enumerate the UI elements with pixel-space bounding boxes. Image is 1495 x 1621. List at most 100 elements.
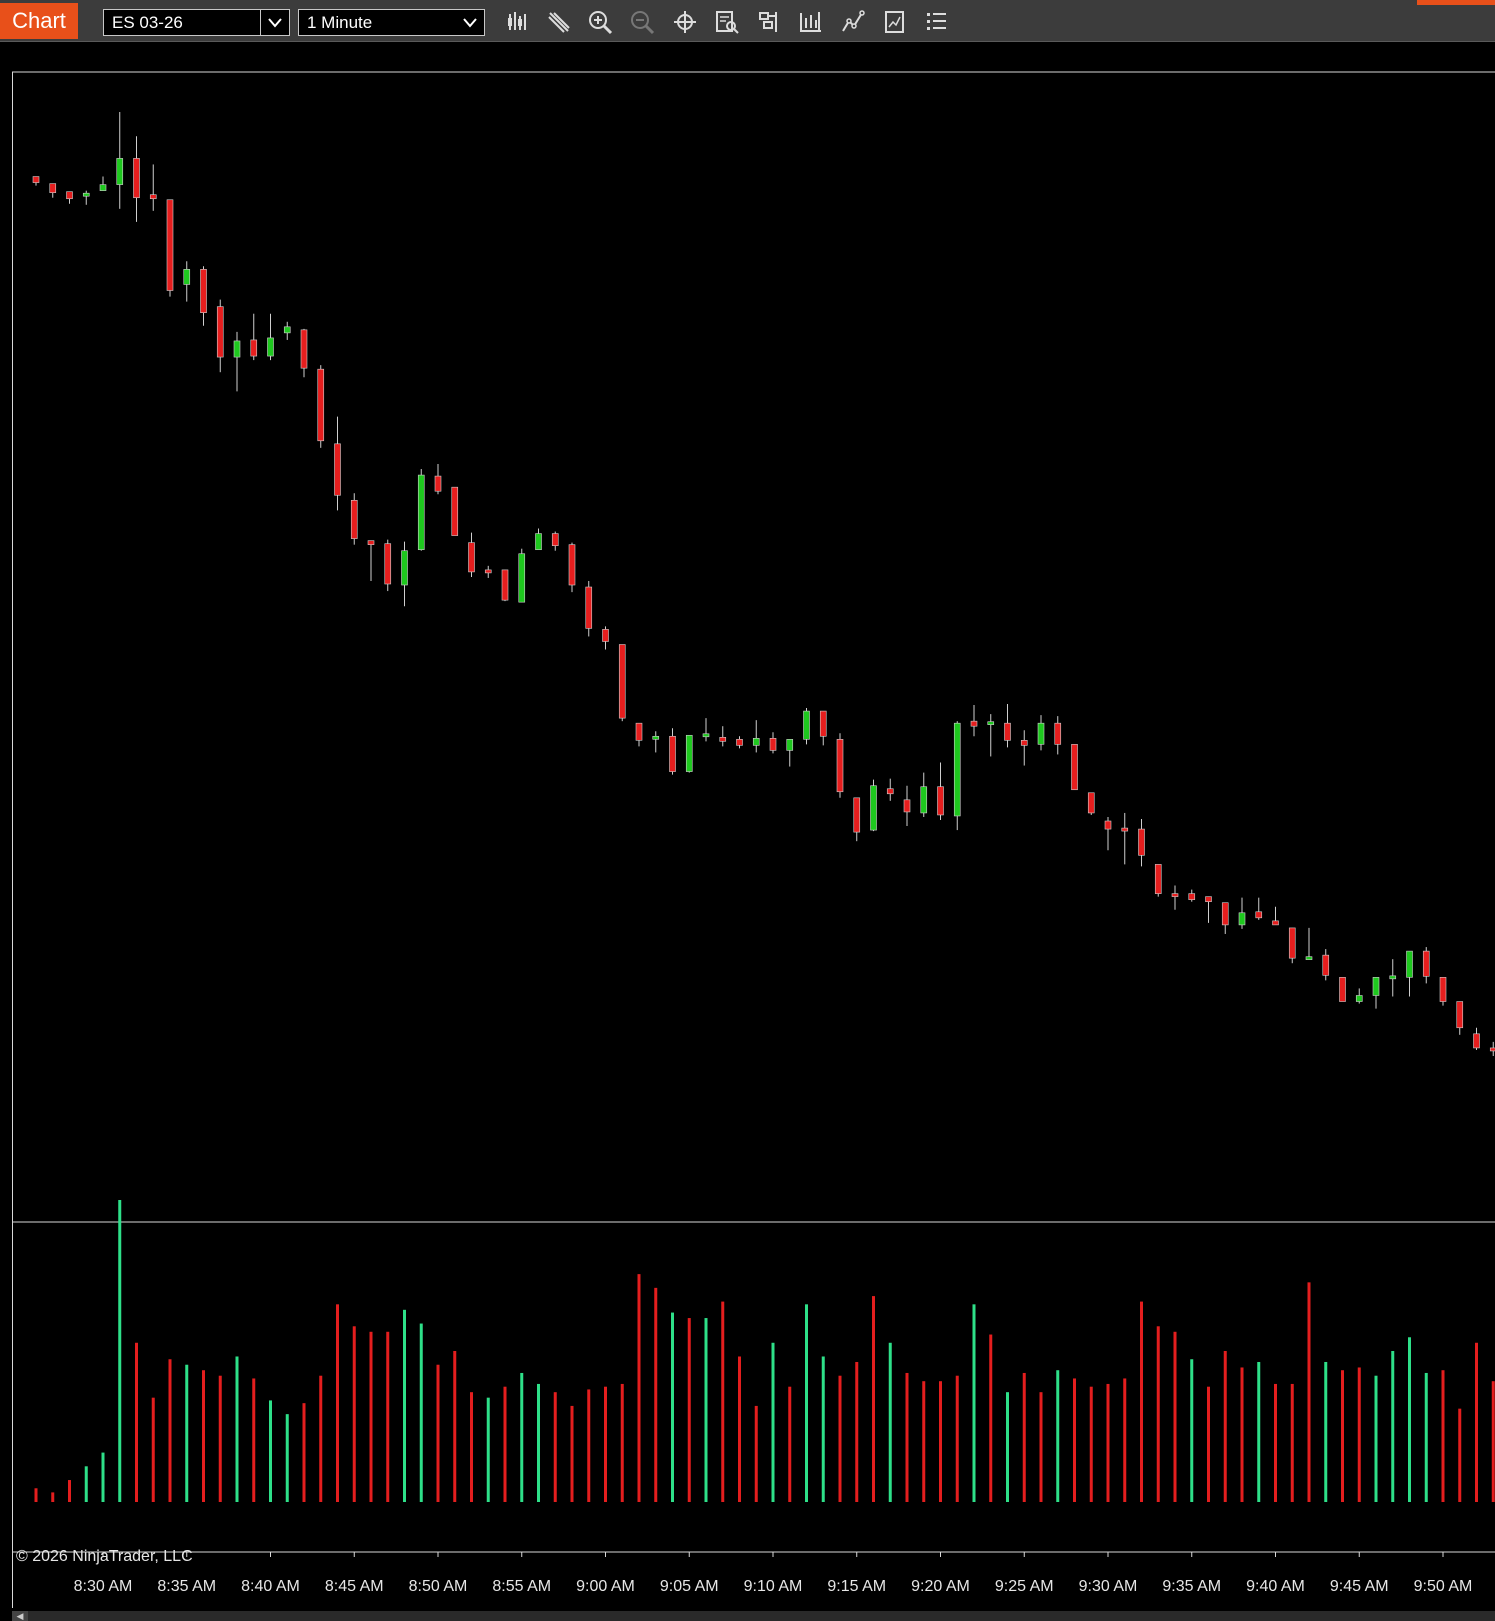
indicators-icon[interactable]: [796, 8, 826, 36]
volume-bar: [1441, 1370, 1445, 1502]
volume-bar: [553, 1392, 557, 1502]
volume-bar: [101, 1452, 105, 1502]
candle-body: [535, 533, 542, 551]
candle: [1389, 959, 1397, 997]
candle-body: [987, 721, 995, 725]
volume-bar: [486, 1397, 490, 1502]
candle: [1372, 977, 1380, 1009]
candle-body: [1489, 1047, 1495, 1052]
candle-body: [350, 499, 358, 539]
instrument-dropdown-button[interactable]: [260, 10, 289, 35]
time-tick-label: 9:05 AM: [660, 1578, 719, 1595]
interval-value: 1 Minute: [307, 13, 373, 32]
volume-bar: [587, 1389, 591, 1502]
candle: [32, 176, 40, 186]
scroll-left-button[interactable]: ◀: [12, 1611, 28, 1621]
menu-list-icon[interactable]: [922, 8, 952, 36]
candle-body: [886, 788, 894, 795]
candle: [970, 705, 978, 737]
candle: [417, 469, 425, 551]
bar-type-icon[interactable]: [502, 8, 532, 36]
volume-bar: [302, 1403, 306, 1502]
candle-body: [702, 733, 710, 738]
volume-bar: [1207, 1386, 1210, 1502]
volume-bar: [955, 1375, 959, 1502]
candle-body: [133, 158, 140, 199]
candle-body: [300, 329, 308, 369]
volume-bar: [1424, 1372, 1428, 1502]
candle-body: [484, 569, 492, 574]
candle: [736, 736, 743, 749]
candle: [903, 785, 911, 827]
volume-bar: [202, 1370, 205, 1502]
candle: [183, 261, 191, 302]
candle: [836, 733, 844, 798]
candle-body: [384, 543, 392, 585]
candle: [434, 463, 442, 495]
volume-bar: [369, 1331, 373, 1502]
candle-body: [1054, 722, 1062, 745]
volume-bar: [939, 1381, 942, 1502]
candle-body: [283, 326, 291, 334]
instrument-value: ES 03-26: [112, 13, 183, 32]
candle-body: [317, 368, 325, 442]
drawing-tool-icon[interactable]: [544, 8, 574, 36]
candle-body: [1037, 722, 1045, 745]
candle: [1322, 949, 1330, 981]
data-box-icon[interactable]: [712, 8, 742, 36]
candle: [1020, 730, 1028, 766]
chart-tab[interactable]: Chart: [0, 3, 78, 39]
window-accent-strip: [1417, 0, 1495, 5]
candle: [652, 731, 660, 753]
volume-bar: [821, 1356, 825, 1502]
candle: [233, 331, 241, 392]
chevron-down-icon: [463, 18, 477, 28]
chart-canvas[interactable]: 8:30 AM 8:35 AM 8:40 AM 8:45 AM 8:50 AM 8:55 …: [0, 42, 1495, 1611]
strategies-icon[interactable]: [838, 8, 868, 36]
candle: [1439, 977, 1447, 1006]
properties-icon[interactable]: [880, 8, 910, 36]
volume-bar: [620, 1383, 624, 1502]
candle-body: [1422, 950, 1430, 977]
zoom-in-icon[interactable]: [586, 8, 616, 36]
candle-body: [1104, 820, 1112, 830]
candle: [1422, 947, 1430, 984]
volume-bar: [470, 1392, 473, 1502]
chart-toolbar: Chart ES 03-26 1 Minute: [0, 0, 1495, 42]
candle-body: [1188, 893, 1196, 900]
templates-icon[interactable]: [754, 8, 784, 36]
volume-bar: [788, 1386, 792, 1502]
volume-bar: [872, 1296, 875, 1502]
zoom-out-icon[interactable]: [628, 8, 658, 36]
candle-body: [903, 799, 911, 813]
horizontal-scrollbar[interactable]: ◀: [12, 1611, 1495, 1621]
candle-body: [618, 644, 626, 719]
candle-body: [685, 734, 693, 772]
volume-bar: [905, 1372, 909, 1502]
candle: [937, 762, 944, 820]
candle: [953, 721, 961, 831]
crosshair-icon[interactable]: [670, 8, 700, 36]
time-tick-label: 9:50 AM: [1414, 1578, 1473, 1595]
candle: [1121, 812, 1129, 865]
candle-body: [250, 339, 258, 357]
interval-dropdown-button[interactable]: [456, 10, 484, 35]
volume-bar: [68, 1480, 71, 1502]
interval-selector[interactable]: 1 Minute: [298, 9, 485, 36]
copyright-text: © 2026 NinjaTrader, LLC: [16, 1548, 193, 1565]
candle: [401, 541, 408, 607]
volume-bar: [537, 1383, 540, 1502]
candle-body: [585, 586, 593, 629]
candle: [1154, 864, 1162, 897]
candle-body: [568, 544, 576, 586]
candle-body: [870, 785, 877, 831]
candle: [870, 779, 877, 832]
time-tick-label: 9:00 AM: [576, 1578, 635, 1595]
volume-bar: [51, 1492, 55, 1502]
candle: [987, 714, 995, 757]
candle-body: [1439, 977, 1447, 1002]
instrument-selector[interactable]: ES 03-26: [103, 9, 290, 36]
volume-bar: [671, 1312, 674, 1502]
candle: [1489, 1041, 1495, 1056]
candle: [920, 772, 928, 817]
